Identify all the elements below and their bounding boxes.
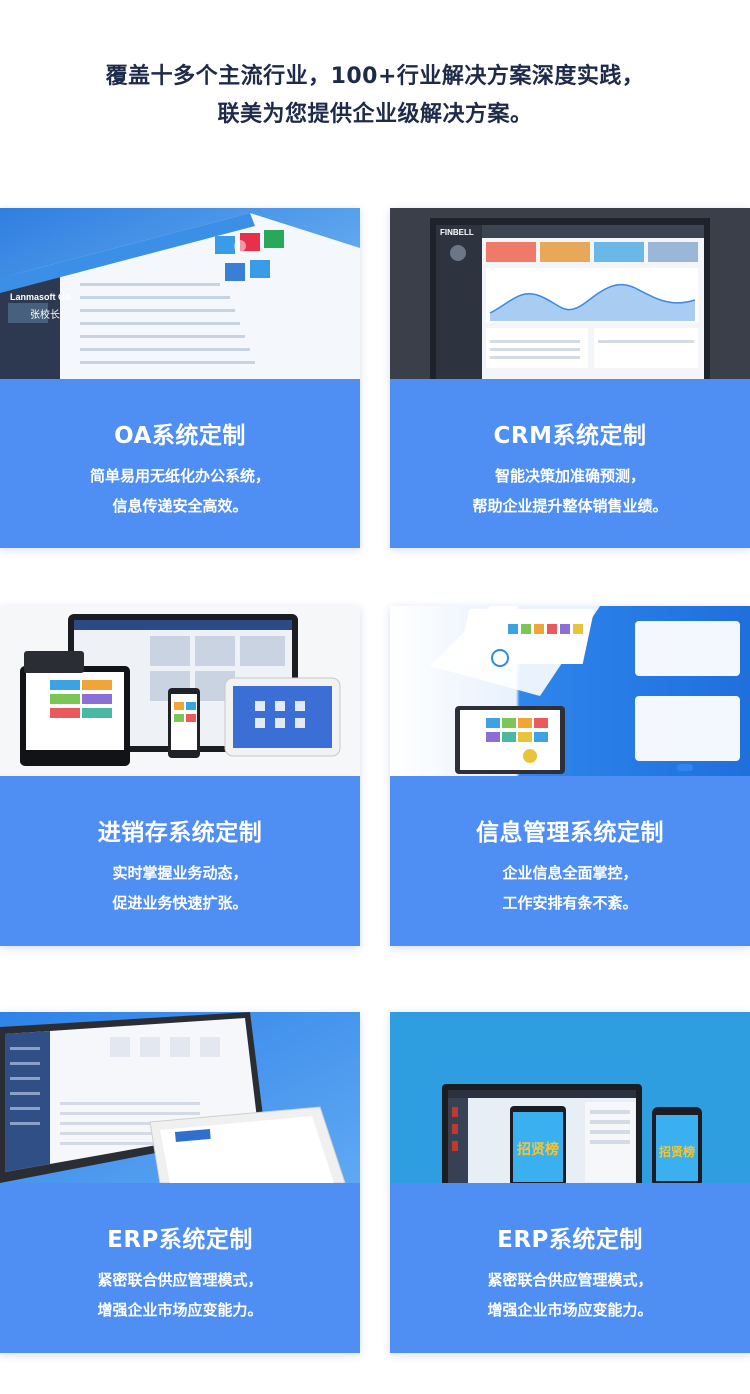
card-desc-line-1: 简单易用无纸化办公系统，: [89, 467, 270, 485]
crm-screenshot-image: FINBELL: [390, 208, 750, 379]
card-desc-line-2: 信息传递安全高效。: [112, 497, 248, 515]
card-erp-1[interactable]: ERP系统定制 紧密联合供应管理模式， 增强企业市场应变能力。: [0, 1012, 360, 1353]
oa-screenshot-image: Lanmasoft OA 张校长: [0, 208, 360, 379]
card-title: ERP系统定制: [107, 1227, 253, 1253]
card-desc-line-1: 紧密联合供应管理模式，: [97, 1271, 263, 1289]
card-title: 进销存系统定制: [97, 820, 263, 846]
card-erp-1-body: ERP系统定制 紧密联合供应管理模式， 增强企业市场应变能力。: [0, 1183, 360, 1353]
oa-logo-text: Lanmasoft OA: [10, 292, 72, 302]
card-desc-line-2: 帮助企业提升整体销售业绩。: [472, 497, 668, 515]
inventory-devices-image: [0, 606, 360, 776]
headline-line-2: 联美为您提供企业级解决方案。: [217, 102, 533, 127]
card-crm-body: CRM系统定制 智能决策加准确预测， 帮助企业提升整体销售业绩。: [390, 379, 750, 548]
erp-screenshot-image: [0, 1012, 360, 1183]
card-desc-line-1: 实时掌握业务动态，: [112, 864, 248, 882]
card-crm[interactable]: FINBELL CRM系统定制 智能决策加准确预测， 帮助企业提升整体销售业绩。: [390, 208, 750, 548]
card-oa[interactable]: Lanmasoft OA 张校长 OA系统定制 简单易用无纸化办公系统， 信息传…: [0, 208, 360, 548]
oa-user-name: 张校长: [30, 308, 60, 321]
card-oa-body: OA系统定制 简单易用无纸化办公系统， 信息传递安全高效。: [0, 379, 360, 548]
card-title: CRM系统定制: [493, 423, 647, 449]
card-title: OA系统定制: [114, 423, 246, 449]
card-inventory-body: 进销存系统定制 实时掌握业务动态， 促进业务快速扩张。: [0, 776, 360, 946]
headline-line-1: 覆盖十多个主流行业，100+行业解决方案深度实践，: [105, 64, 645, 89]
card-desc-line-2: 增强企业市场应变能力。: [487, 1301, 653, 1319]
card-title: ERP系统定制: [497, 1227, 643, 1253]
card-inventory[interactable]: 进销存系统定制 实时掌握业务动态， 促进业务快速扩张。: [0, 606, 360, 946]
card-desc-line-2: 工作安排有条不紊。: [502, 894, 638, 912]
recruit-logo-tablet: 招贤榜: [517, 1141, 559, 1158]
card-title: 信息管理系统定制: [476, 820, 664, 846]
card-desc-line-1: 紧密联合供应管理模式，: [487, 1271, 653, 1289]
card-erp-2[interactable]: 招贤榜 招贤榜 ERP系统定制 紧密联合供应管理模式， 增强企业市场应变能力。: [390, 1012, 750, 1353]
recruitment-app-image: 招贤榜 招贤榜: [390, 1012, 750, 1183]
card-info-management-body: 信息管理系统定制 企业信息全面掌控， 工作安排有条不紊。: [390, 776, 750, 946]
card-desc-line-2: 增强企业市场应变能力。: [97, 1301, 263, 1319]
card-desc-line-1: 智能决策加准确预测，: [494, 467, 645, 485]
recruit-logo-phone: 招贤榜: [659, 1144, 695, 1159]
card-desc-line-2: 促进业务快速扩张。: [112, 894, 248, 912]
info-management-image: [390, 606, 750, 776]
card-desc-line-1: 企业信息全面掌控，: [502, 864, 638, 882]
card-erp-2-body: ERP系统定制 紧密联合供应管理模式， 增强企业市场应变能力。: [390, 1183, 750, 1353]
card-info-management[interactable]: 信息管理系统定制 企业信息全面掌控， 工作安排有条不紊。: [390, 606, 750, 946]
page-headline: 覆盖十多个主流行业，100+行业解决方案深度实践， 联美为您提供企业级解决方案。: [0, 58, 750, 134]
crm-logo-text: FINBELL: [440, 228, 474, 237]
